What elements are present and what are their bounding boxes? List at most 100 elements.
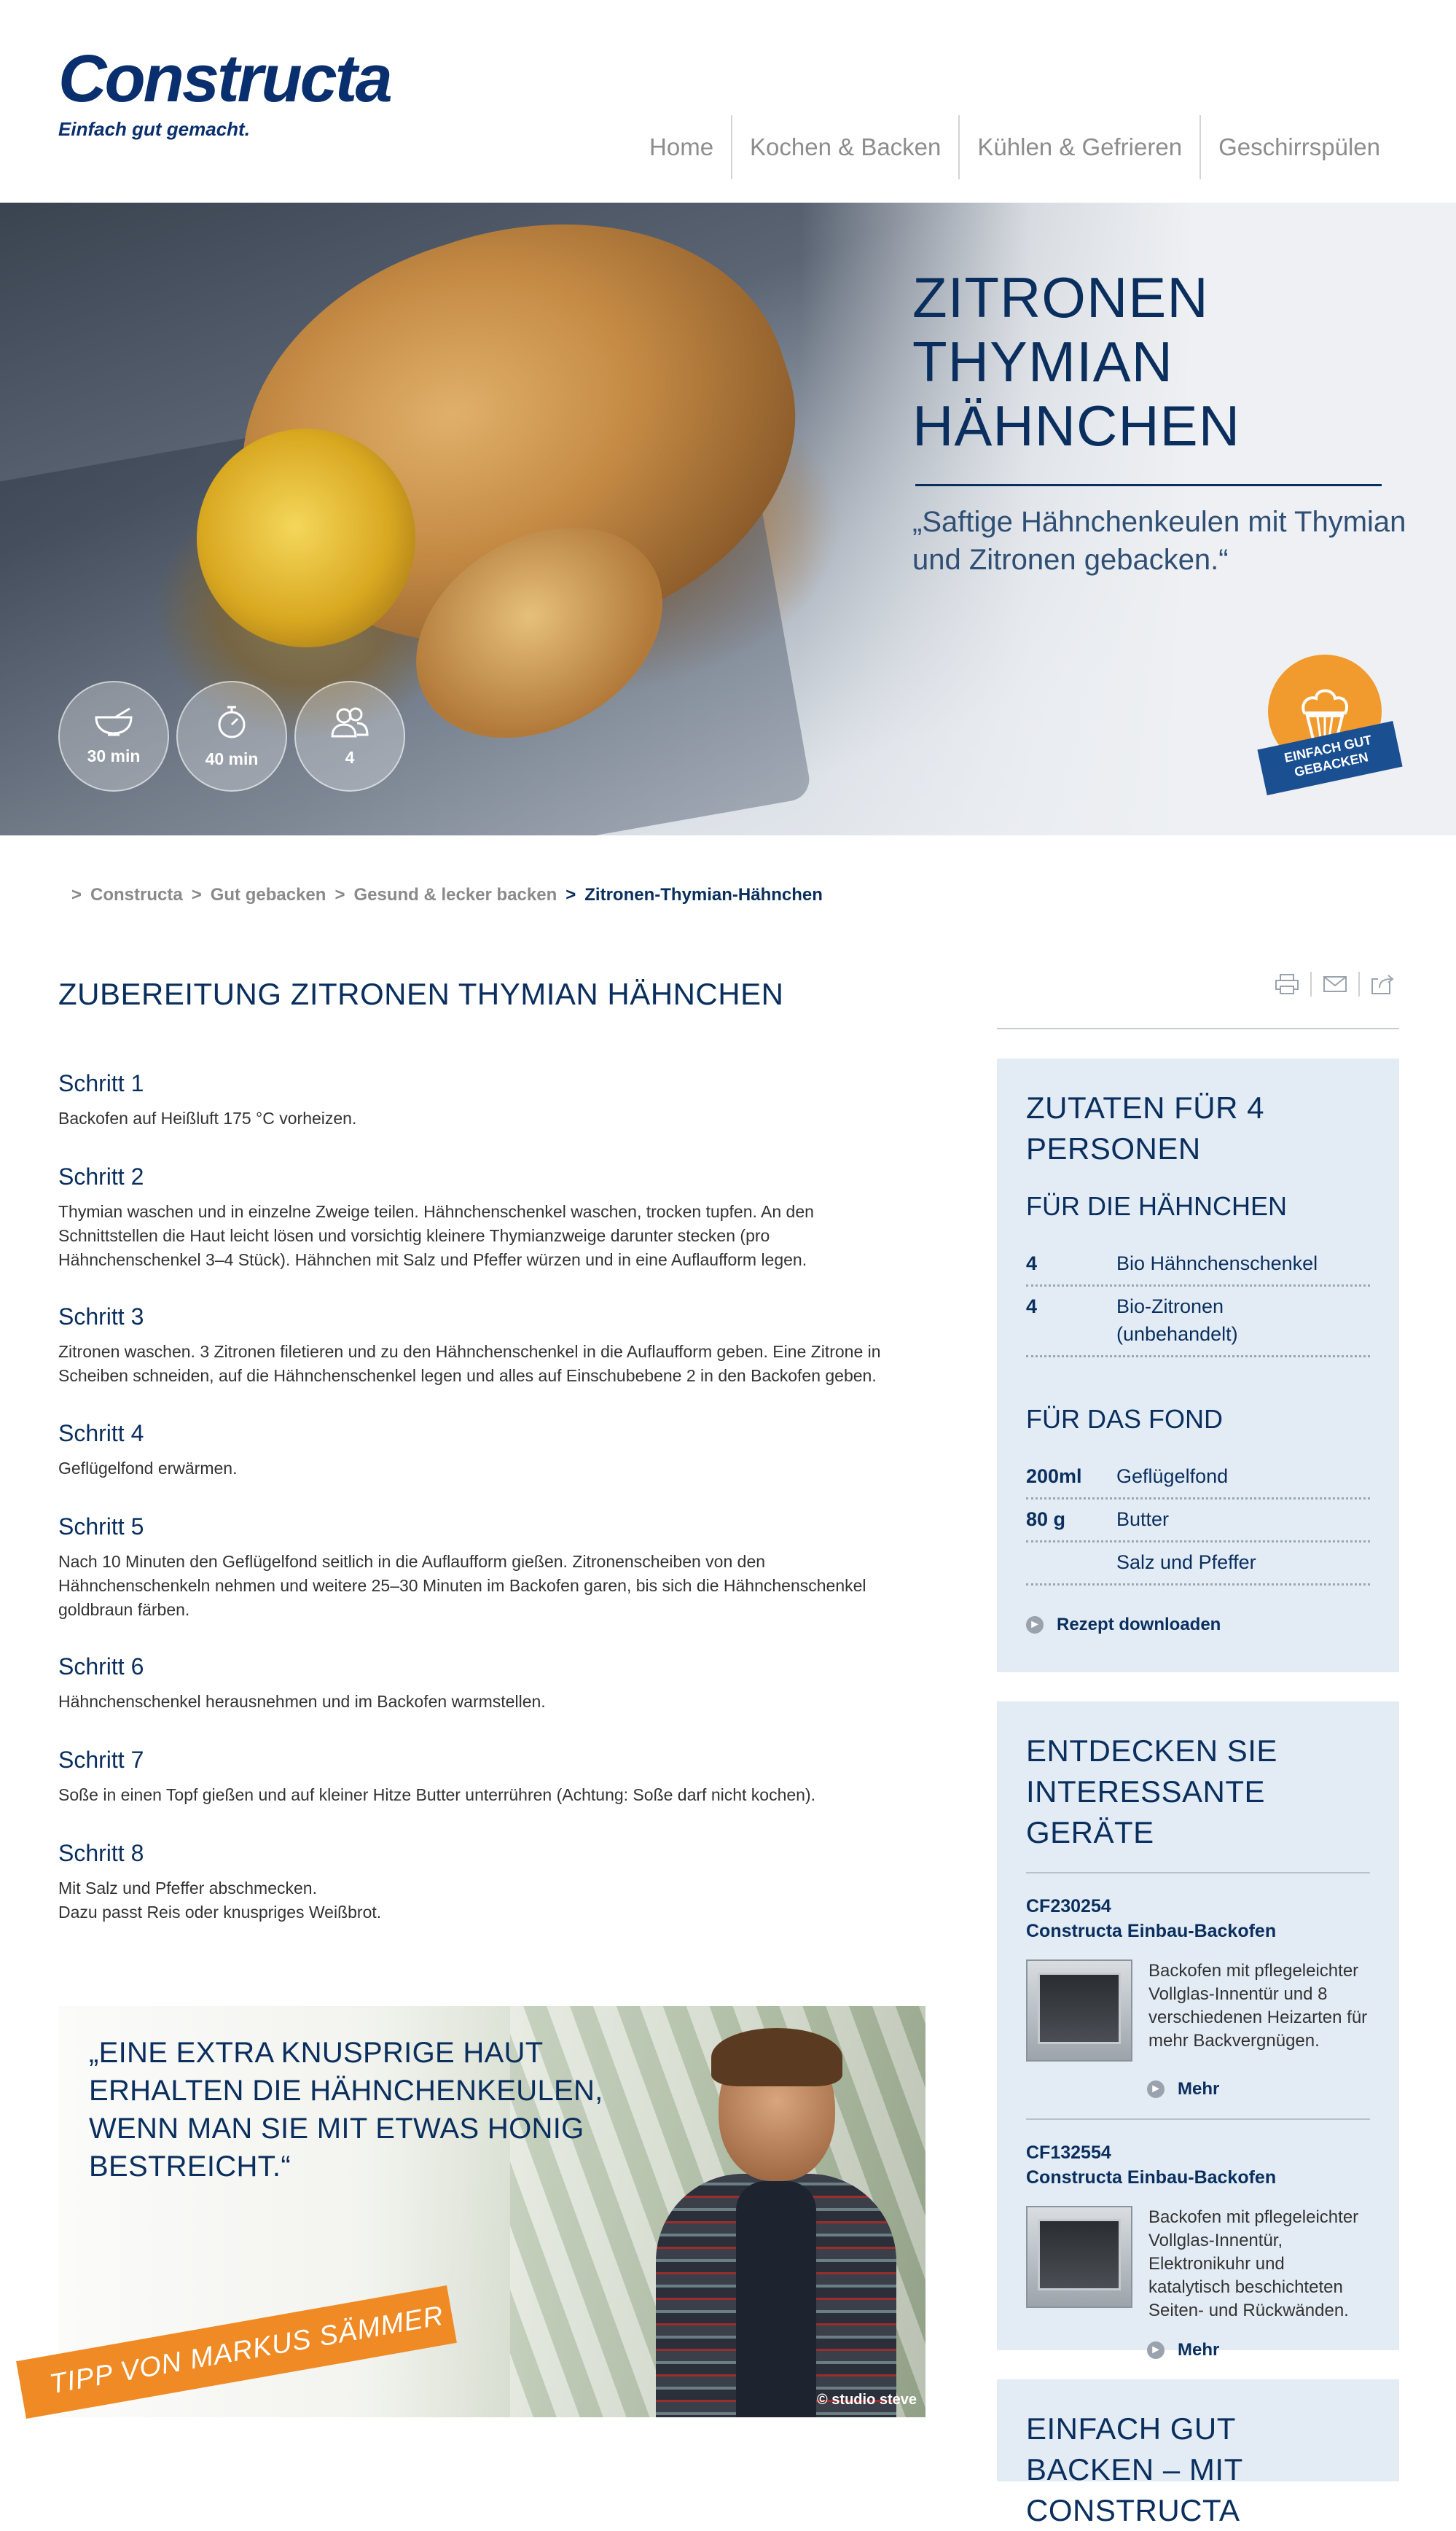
bake-time-label: 40 min: [205, 749, 259, 768]
arrow-right-icon: ►: [1147, 2341, 1165, 2359]
download-recipe-link[interactable]: ► Rezept downloaden: [1026, 1615, 1370, 1635]
step-2: Schritt 2 Thymian waschen und in einzeln…: [58, 1161, 933, 1300]
hero-lemon-image: [197, 429, 415, 647]
breadcrumb-gesund-backen[interactable]: Gesund & lecker backen: [353, 885, 557, 905]
step-8: Schritt 8 Mit Salz und Pfeffer abschmeck…: [58, 1837, 933, 1930]
preparation-steps: Schritt 1 Backofen auf Heißluft 175 °C v…: [58, 1067, 933, 1930]
ingredient-group-title: FÜR DIE HÄHNCHEN: [1026, 1191, 1288, 1221]
step-text: Geflügelfond erwärmen.: [58, 1459, 238, 1478]
ingredient-group-title: FÜR DAS FOND: [1026, 1404, 1223, 1434]
more-label: Mehr: [1178, 2079, 1220, 2099]
step-text: Thymian waschen und in einzelne Zweige t…: [58, 1202, 814, 1269]
ingredient-row: Salz und Pfeffer: [1026, 1543, 1370, 1586]
divider: [1026, 2118, 1370, 2120]
ingredient-qty: [1026, 1548, 1116, 1576]
breadcrumb-separator: >: [565, 885, 576, 905]
servings-badge: 4: [294, 681, 405, 792]
nav-geschirrspuelen[interactable]: Geschirrspülen: [1201, 115, 1398, 179]
prep-time-label: 30 min: [87, 746, 141, 765]
servings-label: 4: [345, 747, 355, 767]
devices-title: ENTDECKEN SIE INTERESSANTE GERÄTE: [1026, 1734, 1277, 1849]
logo-wordmark: Constructa: [58, 42, 393, 116]
ingredient-list: 200ml Geflügelfond 80 g Butter Salz und …: [1026, 1456, 1370, 1586]
page-title: ZUBEREITUNG ZITRONEN THYMIAN HÄHNCHEN: [58, 977, 784, 1011]
hero-title: ZITRONEN THYMIAN HÄHNCHEN: [912, 265, 1240, 458]
hero-title-line: HÄHNCHEN: [912, 394, 1241, 458]
prep-time-badge: 30 min: [58, 681, 169, 792]
breadcrumb-constructa[interactable]: Constructa: [90, 885, 183, 905]
step-text: Soße in einen Topf gießen und auf kleine…: [58, 1785, 816, 1804]
logo-tagline: Einfach gut gemacht.: [58, 118, 250, 140]
breadcrumb-gut-gebacken[interactable]: Gut gebacken: [211, 885, 326, 905]
step-title: Schritt 6: [58, 1653, 144, 1680]
step-title: Schritt 3: [58, 1303, 144, 1330]
step-5: Schritt 5 Nach 10 Minuten den Geflügelfo…: [58, 1510, 933, 1650]
mail-icon[interactable]: [1322, 971, 1348, 997]
bake-time-badge: 40 min: [176, 681, 287, 792]
step-text: Hähnchenschenkel herausnehmen und im Bac…: [58, 1692, 546, 1711]
ingredient-name: Butter: [1116, 1508, 1170, 1530]
step-text: Zitronen waschen. 3 Zitronen filetieren …: [58, 1342, 881, 1385]
nav-kuehlen-gefrieren[interactable]: Kühlen & Gefrieren: [960, 115, 1199, 179]
step-text: Mit Salz und Pfeffer abschmecken. Dazu p…: [58, 1879, 382, 1922]
ingredient-row: 80 g Butter: [1026, 1500, 1370, 1543]
oven-image[interactable]: [1026, 2206, 1132, 2308]
photo-credit: © studio steve: [817, 2392, 917, 2408]
oven-door: [1038, 1973, 1121, 2044]
step-title: Schritt 1: [58, 1070, 144, 1096]
device-description: Backofen mit pflegeleichter Vollglas-Inn…: [1148, 1961, 1368, 2051]
nav-kochen-backen[interactable]: Kochen & Backen: [732, 115, 958, 179]
device-body: Backofen mit pflegeleichter Vollglas-Inn…: [1026, 1959, 1370, 2062]
persons-icon: [331, 707, 369, 737]
download-recipe-label: Rezept downloaden: [1057, 1615, 1221, 1634]
baking-box: EINFACH GUT BACKEN – MIT CONSTRUCTA: [997, 2379, 1399, 2527]
step-title: Schritt 8: [58, 1840, 144, 1866]
device-name[interactable]: Constructa Einbau-Backofen: [1026, 2165, 1370, 2190]
step-text: Backofen auf Heißluft 175 °C vorheizen.: [58, 1109, 357, 1128]
more-label: Mehr: [1178, 2340, 1220, 2360]
step-title: Schritt 7: [58, 1747, 144, 1773]
step-text: Nach 10 Minuten den Geflügelfond seitlic…: [58, 1552, 866, 1619]
arrow-right-icon: ►: [1026, 1616, 1044, 1634]
device-more-link[interactable]: ► Mehr: [1147, 2079, 1370, 2099]
breadcrumb-separator: >: [71, 885, 82, 905]
hero-title-line: THYMIAN: [912, 329, 1173, 394]
tool-divider: [1310, 972, 1312, 997]
device-model: CF230254: [1026, 1896, 1111, 1916]
oven-door: [1038, 2219, 1121, 2290]
ingredients-title: ZUTATEN FÜR 4 PERSONEN: [1026, 1091, 1264, 1166]
chef-hair: [711, 2028, 842, 2086]
breadcrumb-separator: >: [191, 885, 202, 905]
ingredient-name: Bio Hähnchenschenkel: [1116, 1252, 1318, 1274]
ingredient-list: 4 Bio Hähnchenschenkel 4 Bio-Zitronen (u…: [1026, 1244, 1370, 1357]
mixing-bowl-icon: [95, 707, 133, 736]
site-header: Constructa Einfach gut gemacht. Home Koc…: [0, 0, 1456, 203]
hero-title-line: ZITRONEN: [912, 265, 1209, 329]
breadcrumb: > Constructa > Gut gebacken > Gesund & l…: [63, 885, 823, 905]
device-body: Backofen mit pflegeleichter Vollglas-Inn…: [1026, 2206, 1370, 2323]
nav-home[interactable]: Home: [632, 115, 731, 179]
share-icon[interactable]: [1370, 971, 1396, 997]
step-6: Schritt 6 Hähnchenschenkel herausnehmen …: [58, 1650, 933, 1744]
print-icon[interactable]: [1274, 971, 1300, 997]
device-name[interactable]: Constructa Einbau-Backofen: [1026, 1919, 1370, 1943]
step-7: Schritt 7 Soße in einen Topf gießen und …: [58, 1744, 933, 1837]
device-item: CF132554 Constructa Einbau-Backofen Back…: [1026, 2140, 1370, 2360]
devices-box: ENTDECKEN SIE INTERESSANTE GERÄTE CF2302…: [997, 1701, 1399, 2360]
einfach-gut-gebacken-seal: EINFACH GUT GEBACKEN: [1257, 655, 1406, 808]
ingredients-box: ZUTATEN FÜR 4 PERSONEN FÜR DIE HÄHNCHEN …: [997, 1058, 1399, 1672]
ingredient-row: 200ml Geflügelfond: [1026, 1456, 1370, 1500]
step-3: Schritt 3 Zitronen waschen. 3 Zitronen f…: [58, 1300, 933, 1417]
device-more-link[interactable]: ► Mehr: [1147, 2340, 1370, 2360]
ingredient-name: Bio-Zitronen (unbehandelt): [1116, 1295, 1238, 1345]
ingredient-row: 4 Bio-Zitronen (unbehandelt): [1026, 1287, 1370, 1357]
oven-image[interactable]: [1026, 1959, 1132, 2062]
hero-title-underline: [915, 484, 1382, 486]
baking-title: EINFACH GUT BACKEN – MIT CONSTRUCTA: [1026, 2411, 1242, 2527]
step-title: Schritt 5: [58, 1513, 144, 1540]
constructa-logo[interactable]: Constructa Einfach gut gemacht.: [58, 42, 393, 141]
sidebar-top-rule: [997, 1028, 1399, 1029]
arrow-right-icon: ►: [1147, 2080, 1165, 2098]
divider: [1026, 1872, 1370, 1873]
breadcrumb-current: Zitronen-Thymian-Hähnchen: [584, 885, 823, 905]
